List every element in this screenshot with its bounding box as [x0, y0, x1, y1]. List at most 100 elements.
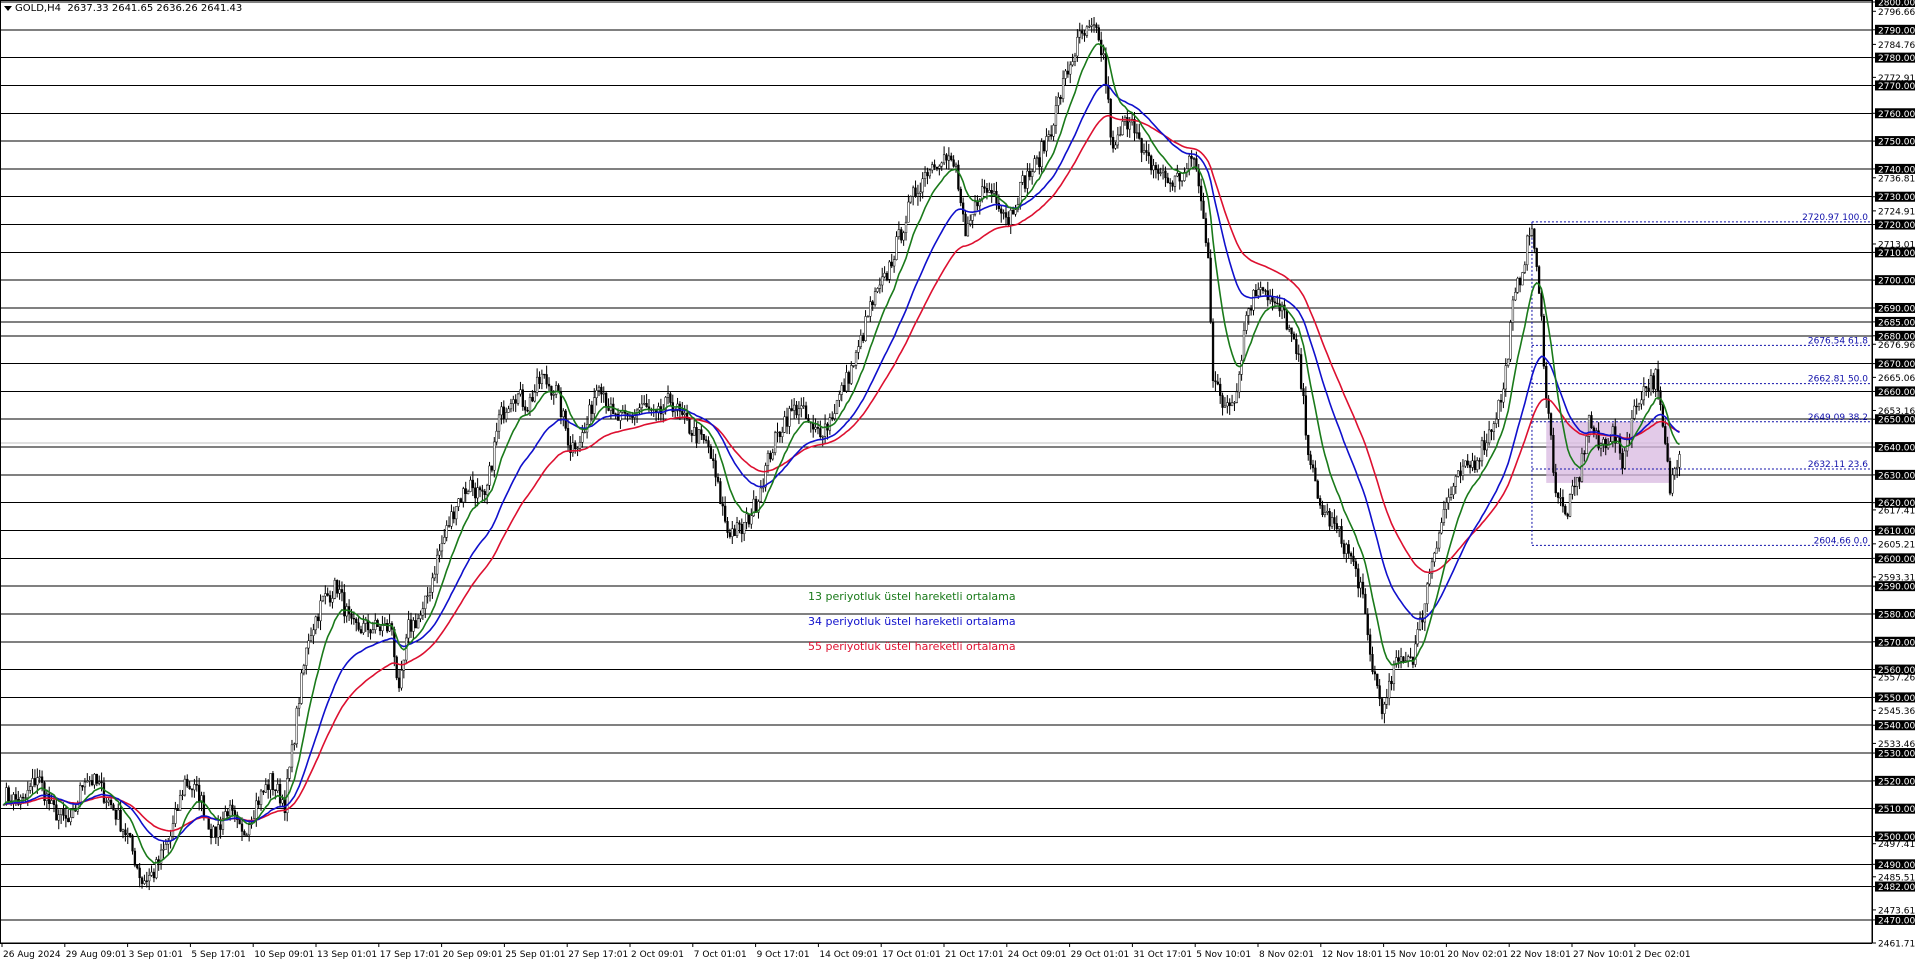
price-bar-body — [638, 407, 641, 411]
time-label: 2 Oct 09:01 — [631, 950, 684, 960]
dropdown-triangle-icon[interactable] — [4, 5, 12, 11]
price-bar-body — [469, 479, 472, 492]
price-bar-body — [1571, 485, 1574, 495]
time-label: 10 Sep 09:01 — [254, 950, 314, 960]
price-bar-body — [1357, 568, 1360, 589]
price-bar-body — [1295, 339, 1298, 354]
price-bar-body — [1078, 30, 1081, 38]
price-bar-body — [98, 781, 101, 784]
price-bar-body — [969, 220, 972, 225]
price-bar-body — [428, 591, 432, 597]
price-bar-body — [238, 819, 241, 825]
price-bar-body — [1514, 292, 1517, 301]
price-bar-body — [438, 550, 441, 556]
price-bar-body — [738, 522, 741, 525]
price-bar-body — [362, 623, 365, 634]
price-bar-body — [29, 786, 32, 791]
price-bar-body — [55, 804, 58, 821]
price-bar-body — [802, 405, 805, 407]
price-bar-body — [1671, 474, 1674, 494]
price-bar-body — [1140, 138, 1143, 153]
price-bar-body — [876, 288, 879, 292]
time-label: 29 Aug 09:01 — [66, 950, 127, 960]
price-bar-body — [1088, 26, 1091, 28]
price-bar-body — [1002, 212, 1005, 214]
price-bar-body — [1361, 581, 1365, 595]
price-bar-body — [552, 394, 555, 396]
time-label: 15 Nov 10:01 — [1385, 950, 1446, 960]
price-bar-body — [21, 796, 25, 799]
price-bar-body — [1592, 427, 1595, 435]
price-bar-body — [1019, 182, 1022, 205]
price-bar-body — [643, 403, 646, 405]
price-bar-body — [338, 589, 341, 594]
price-bars — [2, 17, 1681, 891]
price-bar-body — [514, 399, 517, 404]
price-bar-body — [183, 778, 187, 796]
price-bar-body — [340, 589, 344, 593]
price-bar-body — [450, 511, 453, 527]
price-bar-body — [897, 229, 901, 237]
price-bar-body — [150, 871, 153, 876]
ohlc-values: 2637.33 2641.65 2636.26 2641.43 — [67, 3, 243, 14]
price-label: 2784.76 — [1878, 41, 1915, 51]
price-bar-body — [685, 412, 689, 420]
price-bar-body — [257, 800, 260, 805]
price-bar-body — [1204, 218, 1208, 243]
price-bar-body — [274, 789, 277, 791]
price-bar-body — [966, 223, 970, 237]
price-bar-body — [1190, 155, 1193, 159]
price-label: 2790.00 — [1878, 26, 1915, 36]
price-bar-body — [397, 677, 401, 689]
price-bar-body — [476, 487, 479, 499]
price-bar-body — [302, 665, 306, 674]
price-bar-body — [1664, 426, 1667, 444]
price-bar-body — [1461, 465, 1465, 476]
price-bar-body — [1126, 117, 1129, 130]
price-bar-body — [693, 427, 696, 436]
price-bar-body — [1228, 402, 1231, 406]
price-bar-body — [1466, 460, 1469, 466]
price-bar-body — [1040, 141, 1043, 168]
price-bar-body — [140, 877, 144, 884]
price-bar-body — [1121, 121, 1124, 136]
price-bar-body — [533, 392, 536, 402]
price-bar-body — [1352, 555, 1355, 562]
price-bar-body — [1433, 552, 1436, 563]
price-bar-body — [443, 537, 446, 544]
price-bar-body — [1095, 24, 1098, 28]
price-bar-body — [1437, 532, 1441, 549]
price-bar-body — [1219, 383, 1222, 396]
price-bar-body — [64, 815, 68, 819]
price-bar-body — [126, 833, 129, 836]
price-bar-body — [1114, 144, 1117, 149]
price-bar-body — [540, 373, 544, 384]
price-bar-body — [481, 489, 484, 492]
price-bar-body — [1154, 165, 1158, 170]
price-bar-body — [1076, 36, 1079, 57]
price-bar-body — [136, 865, 139, 869]
price-bar-body — [1285, 309, 1288, 330]
price-bar-body — [869, 301, 872, 317]
price-bar-body — [502, 406, 505, 420]
price-bar-body — [1223, 405, 1227, 408]
price-bar-body — [576, 448, 579, 450]
price-bar-body — [193, 784, 196, 791]
price-bar-body — [928, 169, 931, 177]
price-bar-body — [1397, 657, 1400, 662]
price-bar-body — [1611, 426, 1615, 442]
price-chart[interactable]: 2720.97 100.0 2676.54 61.8 2662.81 50.0 264… — [0, 0, 1916, 963]
price-bar-body — [1345, 544, 1348, 554]
price-bar-body — [1504, 365, 1507, 390]
price-bar-body — [842, 385, 846, 392]
price-bar-body — [1092, 24, 1096, 26]
price-bar-body — [345, 606, 348, 617]
price-bar-body — [214, 826, 217, 838]
price-bar-body — [528, 397, 532, 412]
price-bar-body — [1033, 158, 1036, 172]
price-bar-body — [416, 618, 420, 629]
price-bar-body — [952, 159, 955, 167]
price-bar-body — [133, 850, 137, 866]
price-bar-body — [107, 799, 110, 803]
price-label: 2770.00 — [1878, 82, 1915, 92]
